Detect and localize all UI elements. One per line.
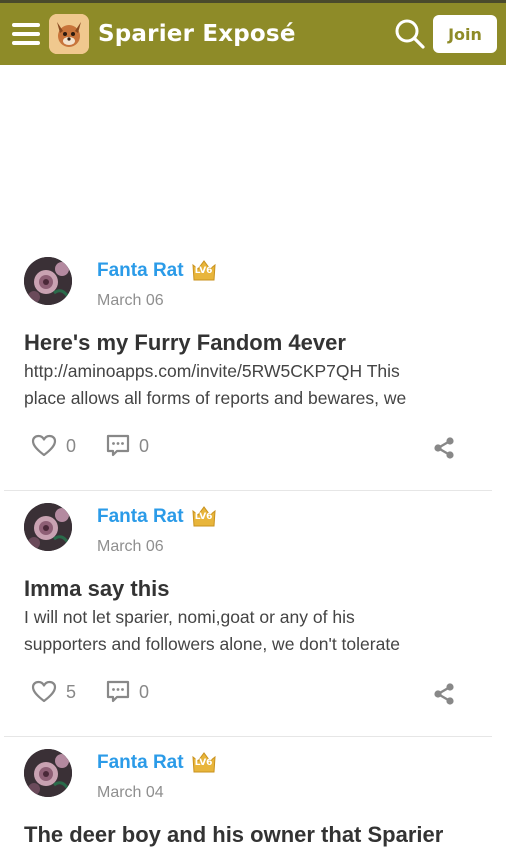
post-card[interactable]: Fanta Rat LV6 March 06 Here's my Furry F… xyxy=(0,245,506,491)
comment-button[interactable]: 0 xyxy=(106,680,149,704)
post-card[interactable]: Fanta Rat LV6 March 04 The deer boy and … xyxy=(0,737,506,854)
avatar[interactable] xyxy=(24,503,72,551)
menu-icon[interactable] xyxy=(12,23,40,45)
post-title[interactable]: Imma say this xyxy=(24,576,170,602)
excerpt-line: http://aminoapps.com/invite/5RW5CKP7QH T… xyxy=(24,361,400,381)
level-label: LV6 xyxy=(194,512,213,522)
heart-icon xyxy=(31,680,57,703)
comment-icon xyxy=(106,680,130,703)
excerpt-line: place allows all forms of reports and be… xyxy=(24,388,407,408)
comment-icon xyxy=(106,434,130,457)
author-name[interactable]: Fanta Rat LV6 xyxy=(97,504,218,530)
level-label: LV6 xyxy=(194,266,213,276)
join-button[interactable]: Join xyxy=(433,15,497,53)
level-badge: LV6 xyxy=(190,258,218,284)
share-icon[interactable] xyxy=(432,682,456,706)
post-date: March 06 xyxy=(97,538,164,555)
share-icon[interactable] xyxy=(432,436,456,460)
post-excerpt[interactable]: I will not let sparier, nomi,goat or any… xyxy=(24,604,494,658)
avatar[interactable] xyxy=(24,749,72,797)
avatar[interactable] xyxy=(24,257,72,305)
search-icon[interactable] xyxy=(393,17,427,51)
author-label[interactable]: Fanta Rat xyxy=(97,752,184,774)
like-count: 5 xyxy=(66,681,77,702)
level-badge: LV6 xyxy=(190,504,218,530)
post-title[interactable]: The deer boy and his owner that Sparier xyxy=(24,822,443,848)
app-header: Sparier Exposé Join xyxy=(0,3,506,65)
comment-count: 0 xyxy=(139,435,150,456)
author-name[interactable]: Fanta Rat LV6 xyxy=(97,750,218,776)
excerpt-line: I will not let sparier, nomi,goat or any… xyxy=(24,607,355,627)
post-card[interactable]: Fanta Rat LV6 March 06 Imma say this I w… xyxy=(0,491,506,737)
post-excerpt[interactable]: http://aminoapps.com/invite/5RW5CKP7QH T… xyxy=(24,358,494,412)
comment-count: 0 xyxy=(139,681,150,702)
level-label: LV6 xyxy=(194,758,213,768)
author-label[interactable]: Fanta Rat xyxy=(97,506,184,528)
excerpt-line: supporters and followers alone, we don't… xyxy=(24,634,400,654)
heart-icon xyxy=(31,434,57,457)
author-label[interactable]: Fanta Rat xyxy=(97,260,184,282)
like-count: 0 xyxy=(66,435,77,456)
comment-button[interactable]: 0 xyxy=(106,434,149,458)
post-date: March 04 xyxy=(97,784,164,801)
like-button[interactable]: 5 xyxy=(31,680,76,704)
post-date: March 06 xyxy=(97,292,164,309)
like-button[interactable]: 0 xyxy=(31,434,76,458)
post-title[interactable]: Here's my Furry Fandom 4ever xyxy=(24,330,346,356)
level-badge: LV6 xyxy=(190,750,218,776)
author-name[interactable]: Fanta Rat LV6 xyxy=(97,258,218,284)
community-title[interactable]: Sparier Exposé xyxy=(98,21,296,47)
community-logo[interactable] xyxy=(49,14,89,54)
